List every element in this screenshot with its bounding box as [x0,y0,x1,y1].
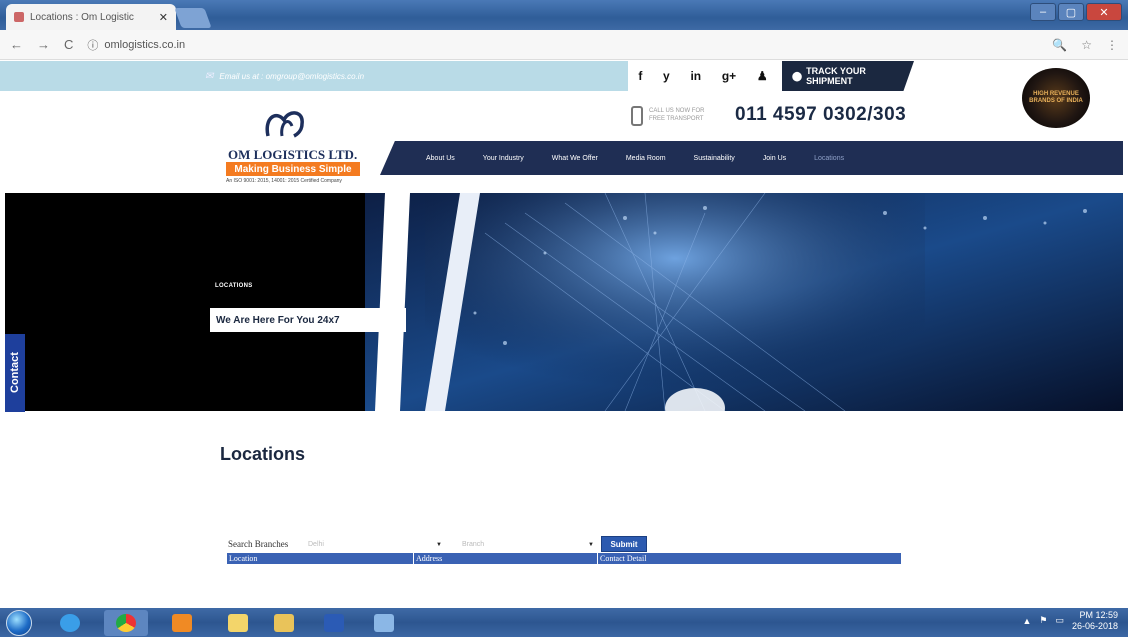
back-button[interactable]: ← [10,37,23,52]
network-icon[interactable]: ▭ [1055,615,1064,626]
ie-icon[interactable] [48,610,92,636]
bookmark-star-icon[interactable]: ☆ [1081,38,1092,52]
column-header-contact: Contact Detail [600,554,647,563]
tray-arrow-icon[interactable]: ▲ [1022,616,1031,626]
chrome-icon[interactable] [104,610,148,636]
column-header-address: Address [414,553,598,564]
company-name: OM LOGISTICS LTD. [228,147,358,162]
facebook-icon[interactable]: f [638,69,642,83]
award-badge: HIGH REVENUE BRANDS OF INDIA [1022,68,1090,128]
linkedin-icon[interactable]: in [690,69,701,83]
company-tagline: Making Business Simple [226,162,360,176]
call-label: CALL US NOW FOR FREE TRANSPORT [649,108,704,124]
paint-icon[interactable] [362,610,406,636]
explorer-icon[interactable] [216,610,260,636]
clock[interactable]: PM 12:59 26-06-2018 [1072,610,1118,632]
phone-number[interactable]: 011 4597 0302/303 [735,104,906,126]
envelope-icon: ✉ [205,70,214,82]
hero-heading: We Are Here For You 24x7 [210,308,406,332]
page-title: Locations [220,444,306,464]
close-window-button[interactable]: ✕ [1086,3,1122,21]
results-table-header: Location Address Contact Detail [227,553,901,564]
main-nav: About Us Your Industry What We Offer Med… [380,141,1123,175]
start-button[interactable] [6,610,32,636]
dropdown-arrow-icon: ▼ [436,541,442,548]
url-field[interactable]: ⓘ omlogistics.co.in [87,37,185,53]
column-header-location: Location [227,553,414,564]
flag-icon[interactable]: ⚑ [1039,615,1047,626]
hero-label: LOCATIONS [215,283,253,289]
certification-text: An ISO 9001: 2015, 14001: 2015 Certified… [226,178,342,184]
call-label-line2: FREE TRANSPORT [649,115,704,122]
maximize-button[interactable]: ▢ [1058,3,1084,21]
forward-button[interactable]: → [37,37,50,52]
city-select-value: Delhi [308,541,324,548]
browser-tab[interactable]: Locations : Om Logistic ✕ [6,4,176,30]
track-shipment-label: TRACK YOUR SHIPMENT [806,66,866,86]
contact-tab[interactable]: Contact [5,334,25,412]
nav-sustainability[interactable]: Sustainability [680,155,749,162]
email-strip: ✉ Email us at : omgroup@omlogistics.co.i… [0,61,628,91]
folder-icon[interactable] [262,610,306,636]
info-icon[interactable]: ⓘ [87,37,98,53]
youtube-icon[interactable]: y [663,69,670,83]
city-select[interactable]: Delhi ▼ [306,538,444,551]
outlook-icon[interactable] [160,610,204,636]
call-label-line1: CALL US NOW FOR [649,108,705,114]
award-badge-text: HIGH REVENUE BRANDS OF INDIA [1029,90,1083,104]
clock-time: PM 12:59 [1079,610,1118,620]
google-plus-icon[interactable]: g+ [722,69,736,83]
url-text: omlogistics.co.in [104,38,186,51]
nav-your-industry[interactable]: Your Industry [469,155,538,162]
branch-select[interactable]: Branch ▼ [460,538,596,551]
nav-locations[interactable]: Locations [800,155,858,162]
branch-select-value: Branch [462,541,485,548]
window-controls: – ▢ ✕ [1030,3,1122,21]
world-network-graphic [365,193,1123,411]
submit-button[interactable]: Submit [601,536,647,552]
tab-close-icon[interactable]: ✕ [159,11,168,24]
dropdown-arrow-icon: ▼ [588,541,594,548]
nav-join-us[interactable]: Join Us [749,155,800,162]
address-bar: ← → C ⓘ omlogistics.co.in 🔍 ☆ ⋮ [0,30,1128,60]
reload-button[interactable]: C [64,37,73,52]
word-icon[interactable] [312,610,356,636]
hero-banner [5,193,1123,411]
nav-media-room[interactable]: Media Room [612,155,680,162]
nav-what-we-offer[interactable]: What We Offer [538,155,612,162]
minimize-button[interactable]: – [1030,3,1056,21]
om-logo-icon[interactable] [262,108,314,138]
location-pin-icon: ⬤ [792,70,803,81]
browser-menu-icon[interactable]: ⋮ [1106,38,1118,52]
tab-title: Locations : Om Logistic [30,11,134,23]
phone-icon [631,106,643,126]
favicon-icon [14,12,24,22]
user-icon[interactable]: ♟ [757,69,768,83]
track-shipment-button[interactable]: ⬤ TRACK YOUR SHIPMENT [782,61,914,91]
search-branches-label: Search Branches [228,539,289,549]
system-tray: ▲ ⚑ ▭ PM 12:59 26-06-2018 [1022,610,1118,632]
zoom-icon[interactable]: 🔍 [1052,38,1067,52]
social-links: f y in g+ ♟ [628,61,778,91]
email-link[interactable]: Email us at : omgroup@omlogistics.co.in [219,72,364,81]
nav-about-us[interactable]: About Us [412,155,469,162]
clock-date: 26-06-2018 [1071,620,1118,631]
